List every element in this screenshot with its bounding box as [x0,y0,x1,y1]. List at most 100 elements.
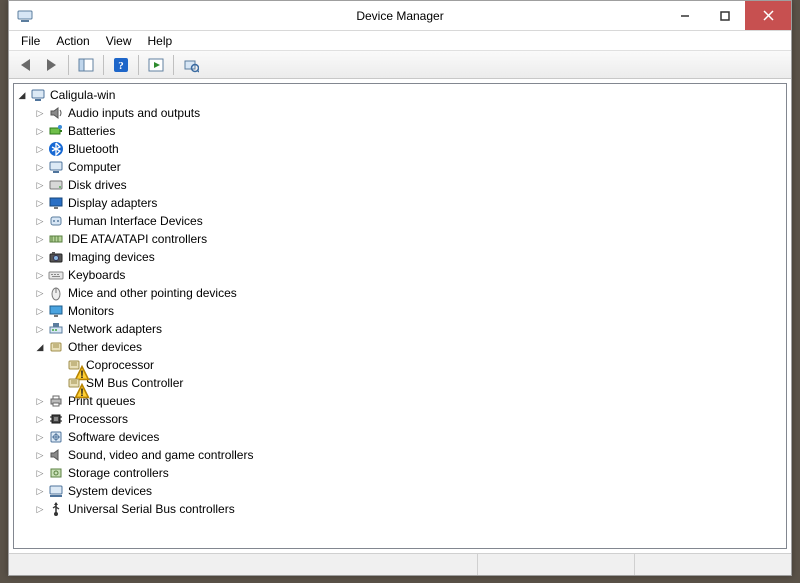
expand-icon[interactable]: ▷ [34,143,46,155]
tree-node[interactable]: ▷ Imaging devices [34,248,786,266]
tree-node[interactable]: !Coprocessor [52,356,786,374]
tree-node[interactable]: ▷ Bluetooth [34,140,786,158]
expand-icon[interactable]: ▷ [34,449,46,461]
tree-node[interactable]: ▷ Mice and other pointing devices [34,284,786,302]
monitor-icon [48,303,64,319]
maximize-button[interactable] [705,1,745,30]
toolbar-help-button[interactable]: ? [109,54,133,76]
tree-node-label: Processors [68,412,128,426]
tree-node-label: System devices [68,484,152,498]
toolbar-action-button[interactable] [144,54,168,76]
expand-icon[interactable]: ▷ [34,467,46,479]
expand-icon[interactable]: ▷ [34,395,46,407]
tree-node[interactable]: ▷ Processors [34,410,786,428]
expand-icon[interactable]: ▷ [34,485,46,497]
collapse-icon[interactable]: ◢ [16,89,28,101]
close-button[interactable] [745,1,791,30]
titlebar: Device Manager [9,1,791,31]
menu-view[interactable]: View [98,32,140,50]
toolbar-scan-button[interactable] [179,54,203,76]
computer-icon [30,87,46,103]
tree-node[interactable]: ▷ Keyboards [34,266,786,284]
tree-node-label: Audio inputs and outputs [68,106,200,120]
expand-icon[interactable]: ▷ [34,269,46,281]
expand-icon[interactable]: ▷ [34,197,46,209]
tree-node-label: Keyboards [68,268,125,282]
expand-icon[interactable]: ▷ [34,233,46,245]
system-icon [48,483,64,499]
arrow-right-icon [47,59,56,71]
expand-icon[interactable]: ▷ [34,413,46,425]
expand-icon[interactable]: ▷ [34,503,46,515]
toolbar-back-button[interactable] [13,54,37,76]
tree-node[interactable]: ▷ Computer [34,158,786,176]
battery-icon [48,123,64,139]
hid-icon [48,213,64,229]
expand-icon[interactable]: ▷ [34,323,46,335]
tree-node[interactable]: ◢Other devices [34,338,786,356]
tree-node[interactable]: ▷Monitors [34,302,786,320]
toolbar-separator [68,55,69,75]
tree-node[interactable]: ▷ Sound, video and game controllers [34,446,786,464]
statusbar [9,553,791,575]
tree-node-label: Computer [68,160,121,174]
tree-node-label: Mice and other pointing devices [68,286,237,300]
tree-node-label: Bluetooth [68,142,119,156]
expand-icon[interactable]: ▷ [34,305,46,317]
scan-hardware-icon [183,57,199,73]
tree-pane-icon [78,57,94,73]
keyboard-icon [48,267,64,283]
tree-node-label: Imaging devices [68,250,155,264]
toolbar-forward-button[interactable] [39,54,63,76]
device-tree: ◢Caligula-win▷Audio inputs and outputs▷B… [14,86,786,518]
tree-node[interactable]: ▷Storage controllers [34,464,786,482]
status-segment [477,554,634,575]
expand-icon[interactable]: ▷ [34,215,46,227]
window-buttons [665,1,791,30]
expand-icon[interactable]: ▷ [34,179,46,191]
expand-icon[interactable]: ▷ [34,431,46,443]
tree-node-label: Sound, video and game controllers [68,448,253,462]
tree-node[interactable]: ◢Caligula-win [16,86,786,104]
svg-text:?: ? [118,60,124,72]
tree-node[interactable]: ▷ Audio inputs and outputs [34,104,786,122]
computer-icon [48,159,64,175]
tree-node-label: Coprocessor [86,358,154,372]
tree-node[interactable]: ▷Disk drives [34,176,786,194]
tree-node[interactable]: ▷Network adapters [34,320,786,338]
toolbar-show-hide-tree-button[interactable] [74,54,98,76]
menu-action[interactable]: Action [48,32,97,50]
collapse-icon[interactable]: ◢ [34,341,46,353]
storage-icon [48,465,64,481]
tree-node[interactable]: ▷ Software devices [34,428,786,446]
device-manager-window: Device Manager File Action View Help ? [8,0,792,576]
expand-icon[interactable]: ▷ [34,125,46,137]
action-icon [148,57,164,73]
tree-node[interactable]: !SM Bus Controller [52,374,786,392]
other-icon: ! [66,375,82,391]
toolbar-separator [138,55,139,75]
menu-help[interactable]: Help [140,32,181,50]
toolbar-separator [103,55,104,75]
tree-node[interactable]: ▷Display adapters [34,194,786,212]
expand-icon[interactable]: ▷ [34,107,46,119]
menu-file[interactable]: File [13,32,48,50]
tree-node[interactable]: ▷Human Interface Devices [34,212,786,230]
tree-node[interactable]: ▷Batteries [34,122,786,140]
expand-icon[interactable]: ▷ [34,161,46,173]
expand-icon[interactable]: ▷ [34,287,46,299]
tree-node[interactable]: ▷IDE ATA/ATAPI controllers [34,230,786,248]
tree-node[interactable]: ▷ System devices [34,482,786,500]
toolbar: ? [9,51,791,79]
help-icon: ? [113,57,129,73]
printer-icon [48,393,64,409]
tree-node[interactable]: ▷Print queues [34,392,786,410]
status-segment [9,554,477,575]
device-tree-pane[interactable]: ◢Caligula-win▷Audio inputs and outputs▷B… [13,83,787,549]
tree-node-label: Software devices [68,430,159,444]
arrow-left-icon [21,59,30,71]
ide-icon [48,231,64,247]
minimize-button[interactable] [665,1,705,30]
expand-icon[interactable]: ▷ [34,251,46,263]
tree-node[interactable]: ▷Universal Serial Bus controllers [34,500,786,518]
